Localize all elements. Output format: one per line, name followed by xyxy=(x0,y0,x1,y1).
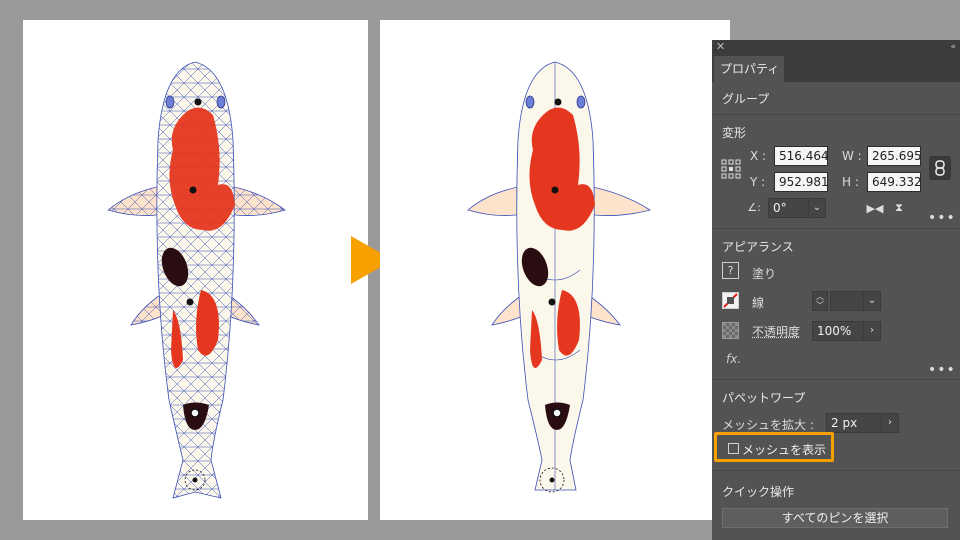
none-stroke-icon[interactable] xyxy=(722,292,739,309)
w-field[interactable]: 265.695 xyxy=(867,146,921,166)
y-label: Y : xyxy=(750,175,766,189)
chevron-right-icon[interactable]: › xyxy=(881,413,899,433)
stroke-weight-field[interactable] xyxy=(830,291,864,311)
chevron-down-icon[interactable]: ⌄ xyxy=(808,198,826,218)
divider xyxy=(712,228,960,229)
h-field[interactable]: 649.332 xyxy=(867,172,921,192)
group-label: グループ xyxy=(722,92,770,106)
opacity-field[interactable]: 100% xyxy=(812,321,864,341)
flip-vertical-icon[interactable]: ⧗ xyxy=(890,200,908,216)
fill-label: 塗り xyxy=(752,267,777,281)
show-mesh-checkbox[interactable] xyxy=(728,443,739,454)
artboard-with-mesh[interactable] xyxy=(23,20,368,520)
puppet-warp-section-title: パペットワープ xyxy=(722,391,806,405)
close-icon[interactable]: ✕ xyxy=(716,40,725,54)
panel-tab-strip: プロパティ xyxy=(712,54,960,82)
fx-icon[interactable]: fx. xyxy=(726,352,741,366)
divider xyxy=(712,114,960,115)
y-field[interactable]: 952.981 xyxy=(774,172,828,192)
stroke-label: 線 xyxy=(752,296,765,310)
panel-title-bar: ✕ « xyxy=(712,40,960,54)
more-options-icon[interactable]: ••• xyxy=(928,210,956,226)
reference-point-icon[interactable] xyxy=(720,158,742,180)
h-label: H : xyxy=(842,175,859,189)
artboard-without-mesh[interactable] xyxy=(380,20,730,520)
expand-mesh-field[interactable]: 2 px xyxy=(826,413,882,433)
appearance-section-title: アピアランス xyxy=(722,240,794,254)
divider xyxy=(712,470,960,471)
angle-icon: ∠: xyxy=(747,200,761,214)
chevron-down-icon[interactable]: ⌄ xyxy=(863,291,881,311)
stroke-weight-stepper[interactable]: ︿ ﹀ xyxy=(812,291,828,311)
opacity-label[interactable]: 不透明度 xyxy=(752,323,800,340)
question-fill-icon[interactable]: ? xyxy=(722,262,739,279)
collapse-icon[interactable]: « xyxy=(950,40,956,54)
link-icon[interactable] xyxy=(929,156,951,180)
transform-section-title: 変形 xyxy=(722,126,747,140)
koi-with-mesh-illustration[interactable] xyxy=(23,20,368,520)
x-label: X : xyxy=(750,149,767,163)
angle-field[interactable]: 0° xyxy=(768,198,810,218)
properties-panel: ✕ « プロパティ グループ 変形 X : 516.464 W : 265.69… xyxy=(712,40,960,540)
checker-icon xyxy=(722,322,739,339)
flip-horizontal-icon[interactable]: ▶◀ xyxy=(866,200,884,216)
w-label: W : xyxy=(842,149,862,163)
quick-actions-section-title: クイック操作 xyxy=(722,485,795,499)
select-all-pins-button[interactable]: すべてのピンを選択 xyxy=(722,508,948,528)
tab-properties[interactable]: プロパティ xyxy=(714,56,784,82)
more-options-icon[interactable]: ••• xyxy=(928,362,956,378)
expand-mesh-label: メッシュを拡大 : xyxy=(722,418,814,432)
show-mesh-label[interactable]: メッシュを表示 xyxy=(742,441,826,458)
koi-illustration[interactable] xyxy=(380,20,730,520)
divider xyxy=(712,379,960,380)
chevron-right-icon[interactable]: › xyxy=(863,321,881,341)
x-field[interactable]: 516.464 xyxy=(774,146,828,166)
